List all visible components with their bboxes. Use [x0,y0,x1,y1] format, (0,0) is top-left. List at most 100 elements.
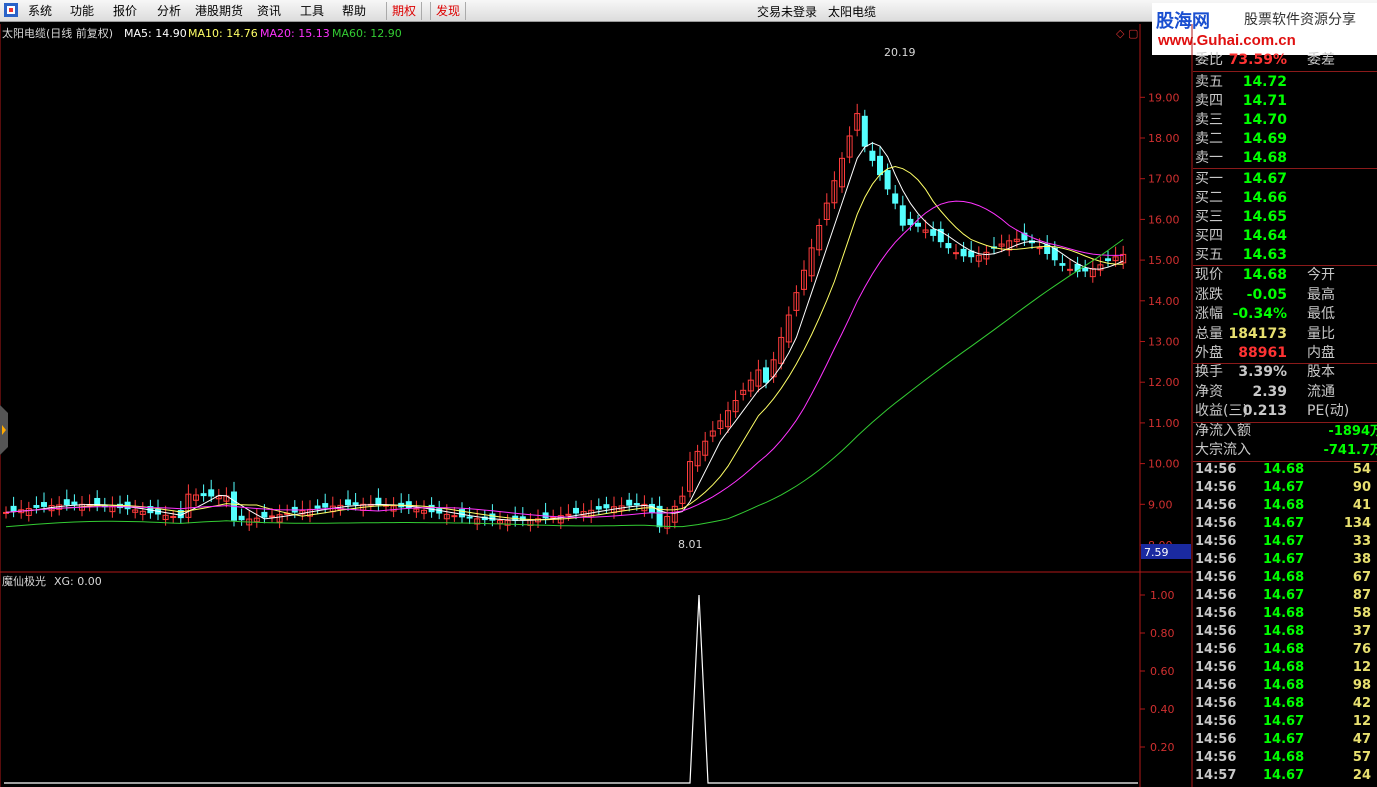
stat-row[interactable]: 外盘 88961 内盘 [1193,344,1377,363]
stat2-row-label: 净资 [1195,383,1223,400]
ask-row-value: 14.71 [1242,93,1287,109]
bid-row-label: 买三 [1195,209,1223,225]
tick-row[interactable]: 14:56 14.68 98 [1193,677,1377,695]
stat-row-value: 88961 [1238,345,1287,361]
weibi-row[interactable]: 委比 73.59% 委差 [1193,51,1377,70]
tick-row[interactable]: 14:56 14.67 134 [1193,515,1377,533]
weibi-row-label: 委比 [1195,52,1223,68]
tick-volume: 87 [1352,588,1371,603]
tick-price: 14.68 [1263,642,1305,657]
tick-row[interactable]: 14:56 14.68 57 [1193,749,1377,767]
tick-volume: 58 [1352,606,1371,621]
candle-body [94,497,101,506]
tick-row[interactable]: 14:56 14.67 90 [1193,479,1377,497]
tick-time: 14:56 [1195,642,1237,657]
stat-row[interactable]: 涨幅 -0.34% 最低 [1193,305,1377,324]
stat-row-value: -0.05 [1246,286,1287,303]
tick-row[interactable]: 14:56 14.67 33 [1193,533,1377,551]
ask-row[interactable]: 卖四 14.71 [1193,92,1377,111]
tick-row[interactable]: 14:56 14.68 41 [1193,497,1377,515]
tick-row[interactable]: 14:56 14.67 47 [1193,731,1377,749]
candle-body [861,115,868,147]
candle-body [1059,263,1066,266]
bid-row-value: 14.63 [1242,247,1287,263]
candle-body [953,252,959,255]
flow-label: 净流入额 [1195,423,1251,439]
candle-body [884,170,891,190]
tick-time: 14:56 [1195,750,1237,765]
ask-row[interactable]: 卖一 14.68 [1193,149,1377,168]
candle-body [877,155,883,176]
low-price-label: 8.01 [678,538,703,551]
flow-value: -1894万 [1328,424,1377,439]
tick-row[interactable]: 14:56 14.67 12 [1193,713,1377,731]
price-tick-label: 18.00 [1148,132,1180,145]
bid-row[interactable]: 买一 14.67 [1193,170,1377,189]
bid-row-value: 14.67 [1242,171,1287,187]
tick-price: 14.67 [1263,534,1305,549]
price-tick-label: 9.00 [1148,498,1173,511]
candle-body [466,516,473,519]
stat2-row-label: 换手 [1195,364,1223,380]
tick-volume: 47 [1352,732,1371,747]
tick-time: 14:56 [1195,498,1237,513]
candle-body [633,503,640,506]
tick-price: 14.67 [1263,732,1305,747]
trading-app: 系统 功能 报价 分析 港股期货 资讯 工具 帮助 期权 发现 交易未登录 太阳… [0,0,1377,787]
stat-row-label2: 量比 [1307,325,1335,342]
candle-body [322,503,329,508]
tick-volume: 90 [1352,480,1371,495]
flow-row[interactable]: 大宗流入 -741.7万 [1193,441,1377,460]
stat-row[interactable]: 涨跌 -0.05 最高 [1193,286,1377,305]
bid-row[interactable]: 买三 14.65 [1193,208,1377,227]
stat-row[interactable]: 现价 14.68 今开 [1193,266,1377,285]
indicator-tick-label: 1.00 [1150,589,1175,602]
price-tick-label: 12.00 [1148,376,1180,389]
tick-price: 14.68 [1263,606,1305,621]
ask-row[interactable]: 卖三 14.70 [1193,111,1377,130]
candle-body [71,501,78,505]
tick-price: 14.68 [1263,678,1305,693]
ask-row[interactable]: 卖二 14.69 [1193,130,1377,149]
candle-body [626,499,633,506]
price-tick-label: 19.00 [1148,91,1180,104]
tick-row[interactable]: 14:56 14.68 76 [1193,641,1377,659]
bid-row[interactable]: 买五 14.63 [1193,246,1377,265]
stat2-row[interactable]: 净资 2.39 流通 [1193,383,1377,402]
chart-canvas[interactable]: 太阳电缆(日线 前复权) MA5: 14.90 MA10: 14.76 MA20: 1… [0,0,1377,787]
stat2-row[interactable]: 收益(三) 0.213 PE(动) [1193,402,1377,421]
indicator-tick-label: 0.80 [1150,627,1175,640]
tick-row[interactable]: 14:56 14.68 54 [1193,461,1377,479]
ma10-label: MA10: 14.76 [188,27,258,40]
candle-body [405,501,412,509]
indicator-tick-label: 0.60 [1150,665,1175,678]
tick-price: 14.68 [1263,660,1305,675]
tick-price: 14.67 [1263,516,1305,531]
bid-row[interactable]: 买二 14.66 [1193,189,1377,208]
stat2-row[interactable]: 换手 3.39% 股本 [1193,363,1377,382]
tick-time: 14:56 [1195,480,1237,495]
ask-row[interactable]: 卖五 14.72 [1193,73,1377,92]
tick-row[interactable]: 14:56 14.68 37 [1193,623,1377,641]
stat-row[interactable]: 总量 184173 量比 [1193,325,1377,344]
chart-window-controls-icon[interactable]: ◇ ▢ [1116,27,1138,40]
tick-row[interactable]: 14:56 14.68 42 [1193,695,1377,713]
indicator-tick-label: 0.40 [1150,703,1175,716]
tick-time: 14:56 [1195,714,1237,729]
weibi-row-value: 73.59% [1228,52,1287,68]
candle-body [915,222,921,227]
tick-row[interactable]: 14:56 14.68 12 [1193,659,1377,677]
bid-row-value: 14.65 [1242,209,1287,225]
tick-volume: 12 [1352,660,1371,675]
tick-row[interactable]: 14:56 14.67 38 [1193,551,1377,569]
tick-row[interactable]: 14:56 14.68 67 [1193,569,1377,587]
ask-row-label: 卖三 [1195,112,1223,128]
tick-row[interactable]: 14:56 14.68 58 [1193,605,1377,623]
flow-row[interactable]: 净流入额 -1894万 [1193,422,1377,441]
tick-price: 14.67 [1263,714,1305,729]
indicator-title: 魔仙极光 [2,574,46,588]
bid-row[interactable]: 买四 14.64 [1193,227,1377,246]
candle-body [603,504,610,509]
tick-row[interactable]: 14:57 14.67 24 [1193,767,1377,785]
tick-row[interactable]: 14:56 14.67 87 [1193,587,1377,605]
